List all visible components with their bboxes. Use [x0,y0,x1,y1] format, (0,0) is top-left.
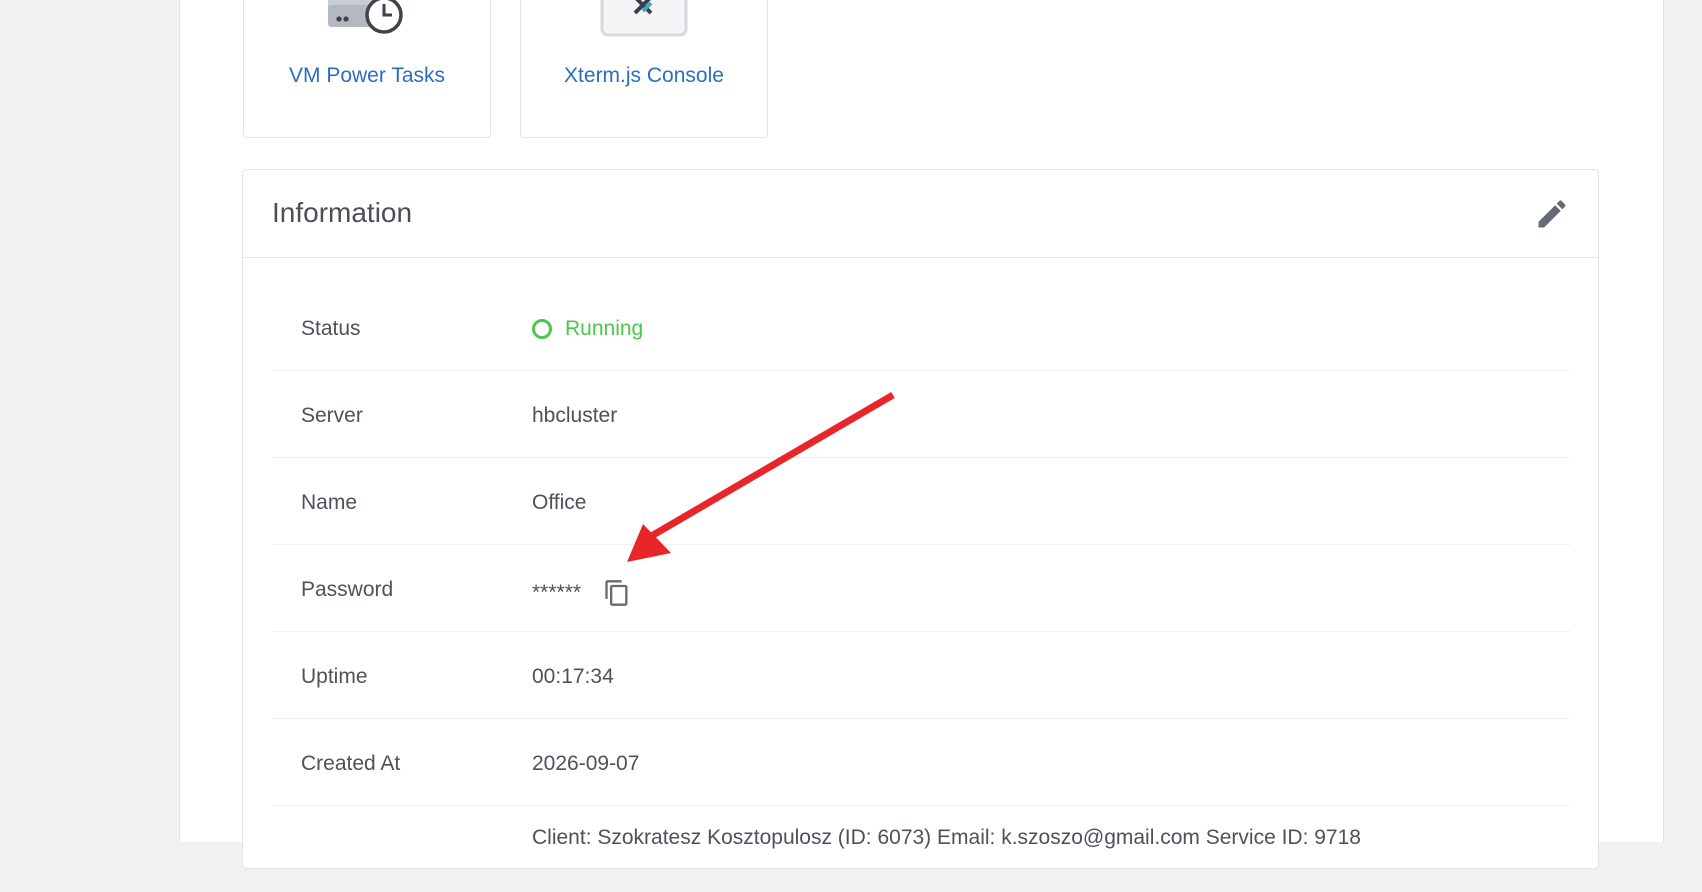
status-badge: Running [565,317,644,340]
card-header: Information [243,170,1598,258]
row-label: Password [301,578,394,601]
row-value: Running [532,317,643,341]
power-tasks-icon [328,0,403,34]
tile-label[interactable]: Xterm.js Console [521,64,767,88]
row-label: Status [301,317,361,340]
tile-label[interactable]: VM Power Tasks [244,64,490,88]
info-rows: Status Running Server hbcluster Name Off… [272,284,1570,892]
row-password: Password ****** [272,545,1570,632]
row-server: Server hbcluster [272,371,1570,458]
password-masked: ****** [532,581,582,604]
row-label: Uptime [301,665,368,688]
row-label: Server [301,404,363,427]
row-value: 2026-09-07 [532,752,640,775]
tile-vm-power-tasks[interactable]: VM Power Tasks [243,0,491,138]
row-status: Status Running [272,284,1570,371]
information-card: Information Status Running Server hbclus… [242,169,1599,869]
row-value: Office [532,491,587,514]
row-created-at: Created At 2026-09-07 [272,719,1570,806]
row-value: hbcluster [532,404,618,427]
row-label: Created At [301,752,401,775]
tile-xterm-console[interactable]: Xterm.js Console [520,0,768,138]
copy-icon[interactable] [603,578,631,608]
row-value: Client: Szokratesz Kosztopulosz (ID: 607… [532,826,1361,849]
row-name: Name Office [272,458,1570,545]
row-uptime: Uptime 00:17:34 [272,632,1570,719]
row-label: Name [301,491,358,514]
status-circle-icon [532,319,552,339]
row-value: 00:17:34 [532,665,614,688]
pencil-icon[interactable] [1534,196,1570,232]
row-notes: Client: Szokratesz Kosztopulosz (ID: 607… [272,806,1570,892]
xterm-console-icon [600,0,688,37]
row-value: ****** [532,578,631,608]
card-title: Information [272,197,413,228]
